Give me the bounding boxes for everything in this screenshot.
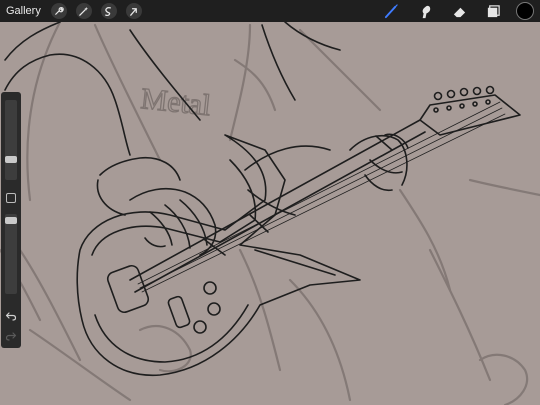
undo-icon[interactable] xyxy=(5,310,17,322)
brush-icon[interactable] xyxy=(382,2,400,20)
drawing-canvas[interactable]: Metal xyxy=(0,0,540,405)
opacity-slider[interactable] xyxy=(5,214,17,294)
top-toolbar: Gallery xyxy=(0,0,540,22)
transform-arrow-icon[interactable] xyxy=(125,3,142,19)
opacity-thumb[interactable] xyxy=(5,217,17,224)
adjustments-wand-icon[interactable] xyxy=(75,3,92,19)
selection-icon[interactable] xyxy=(100,3,117,19)
actions-wrench-icon[interactable] xyxy=(50,3,67,19)
brush-size-thumb[interactable] xyxy=(5,156,17,163)
left-sidebar xyxy=(1,92,21,348)
brush-size-slider[interactable] xyxy=(5,100,17,180)
modify-button[interactable] xyxy=(6,193,16,203)
layers-icon[interactable] xyxy=(484,2,502,20)
color-picker-button[interactable] xyxy=(516,2,534,20)
smudge-icon[interactable] xyxy=(416,2,434,20)
redo-icon[interactable] xyxy=(5,330,17,342)
eraser-icon[interactable] xyxy=(450,2,468,20)
gallery-button[interactable]: Gallery xyxy=(6,5,41,17)
right-tool-group xyxy=(366,0,534,22)
